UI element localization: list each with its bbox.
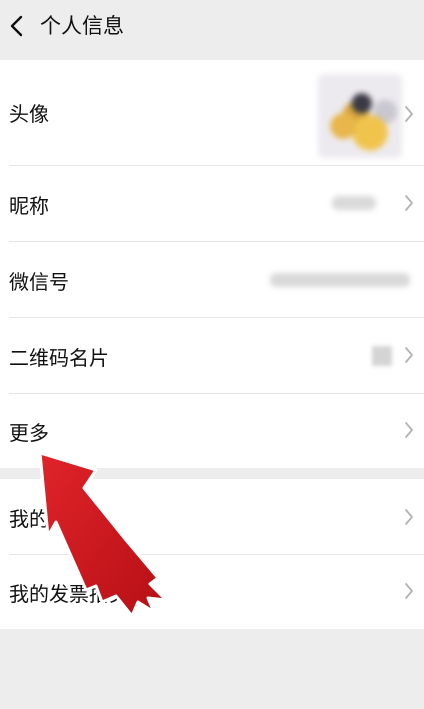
row-label: 头像 [9,102,49,126]
chevron-right-icon [405,106,413,122]
row-my-address[interactable]: 我的地址 [0,479,424,554]
row-wechat-id[interactable]: 微信号 [0,242,424,317]
chevron-left-icon[interactable] [6,12,28,40]
chevron-right-icon [405,347,413,363]
chevron-right-icon [405,583,413,599]
nickname-value-redacted [332,196,376,210]
row-label: 更多 [9,421,49,445]
nav-bar: 个人信息 [0,0,424,52]
chevron-right-icon [405,509,413,525]
row-label: 二维码名片 [9,346,109,370]
row-label: 昵称 [9,194,49,218]
chevron-right-icon [405,422,413,438]
row-more[interactable]: 更多 [0,394,424,468]
row-label: 我的地址 [9,507,89,531]
row-my-invoice-title[interactable]: 我的发票抬头 [0,555,424,629]
wechat-id-value-redacted [270,273,410,287]
row-label: 微信号 [9,270,69,294]
profile-settings-group: 头像 昵称 微信号 二维码名片 更多 [0,60,424,468]
qr-code-icon [372,346,392,366]
address-invoice-group: 我的地址 我的发票抬头 [0,479,424,629]
row-avatar[interactable]: 头像 [0,60,424,165]
page-title: 个人信息 [40,14,124,38]
row-label: 我的发票抬头 [9,582,129,606]
row-qr-card[interactable]: 二维码名片 [0,318,424,393]
avatar [318,74,402,158]
row-nickname[interactable]: 昵称 [0,166,424,241]
chevron-right-icon [405,195,413,211]
